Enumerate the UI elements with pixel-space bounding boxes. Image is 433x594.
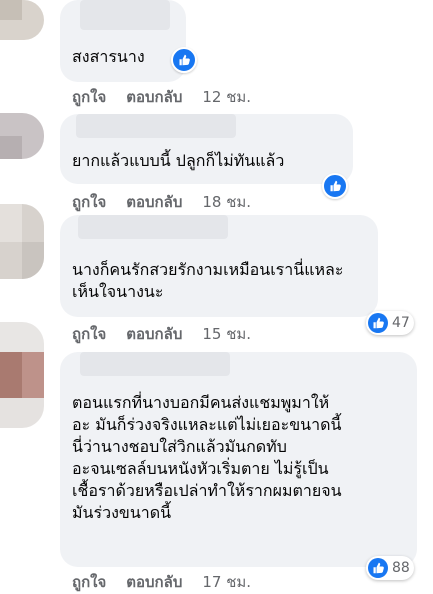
avatar[interactable] [0,0,44,40]
reaction-summary[interactable]: 47 [366,311,414,335]
reaction-count: 47 [392,315,410,331]
like-button[interactable]: ถูกใจ [72,322,106,346]
comment-bubble: สงสารนาง [60,0,186,82]
like-reaction-icon[interactable] [322,173,348,199]
comment-text: สงสารนาง [72,47,145,66]
like-reaction-icon[interactable] [171,47,197,73]
comment-actions: ถูกใจ ตอบกลับ 18 ชม. [72,190,251,214]
comment-text: ตอนแรกที่นางบอกมีคนส่งแชมพูมาให้ อะ มันก… [72,393,342,522]
comment-text: นางก็คนรักสวยรักงามเหมือนเรานี่แหละ เห็น… [72,260,344,301]
reply-button[interactable]: ตอบกลับ [126,190,182,214]
comment-bubble: ตอนแรกที่นางบอกมีคนส่งแชมพูมาให้ อะ มันก… [60,352,417,567]
like-reaction-icon [368,558,388,578]
comment-bubble: ยากแล้วแบบนี้ ปลูกก็ไม่ทันแล้ว [60,114,353,184]
comment-actions: ถูกใจ ตอบกลับ 12 ชม. [72,85,251,109]
commenter-name[interactable] [80,352,230,376]
reaction-count: 88 [392,560,410,576]
commenter-name[interactable] [76,114,236,138]
timestamp[interactable]: 17 ชม. [202,570,251,594]
timestamp[interactable]: 12 ชม. [202,85,251,109]
timestamp[interactable]: 18 ชม. [202,190,251,214]
commenter-name[interactable] [78,215,228,239]
comment-bubble: นางก็คนรักสวยรักงามเหมือนเรานี่แหละ เห็น… [60,215,378,317]
timestamp[interactable]: 15 ชม. [202,322,251,346]
avatar[interactable] [0,322,44,428]
reply-button[interactable]: ตอบกลับ [126,570,182,594]
reply-button[interactable]: ตอบกลับ [126,85,182,109]
avatar[interactable] [0,204,44,279]
like-button[interactable]: ถูกใจ [72,190,106,214]
commenter-name[interactable] [80,0,170,30]
avatar[interactable] [0,113,44,159]
like-reaction-icon [368,313,388,333]
comment-actions: ถูกใจ ตอบกลับ 15 ชม. [72,322,251,346]
comment-actions: ถูกใจ ตอบกลับ 17 ชม. [72,570,251,594]
reply-button[interactable]: ตอบกลับ [126,322,182,346]
like-button[interactable]: ถูกใจ [72,570,106,594]
comment-text: ยากแล้วแบบนี้ ปลูกก็ไม่ทันแล้ว [72,151,285,170]
reaction-summary[interactable]: 88 [366,556,414,580]
like-button[interactable]: ถูกใจ [72,85,106,109]
